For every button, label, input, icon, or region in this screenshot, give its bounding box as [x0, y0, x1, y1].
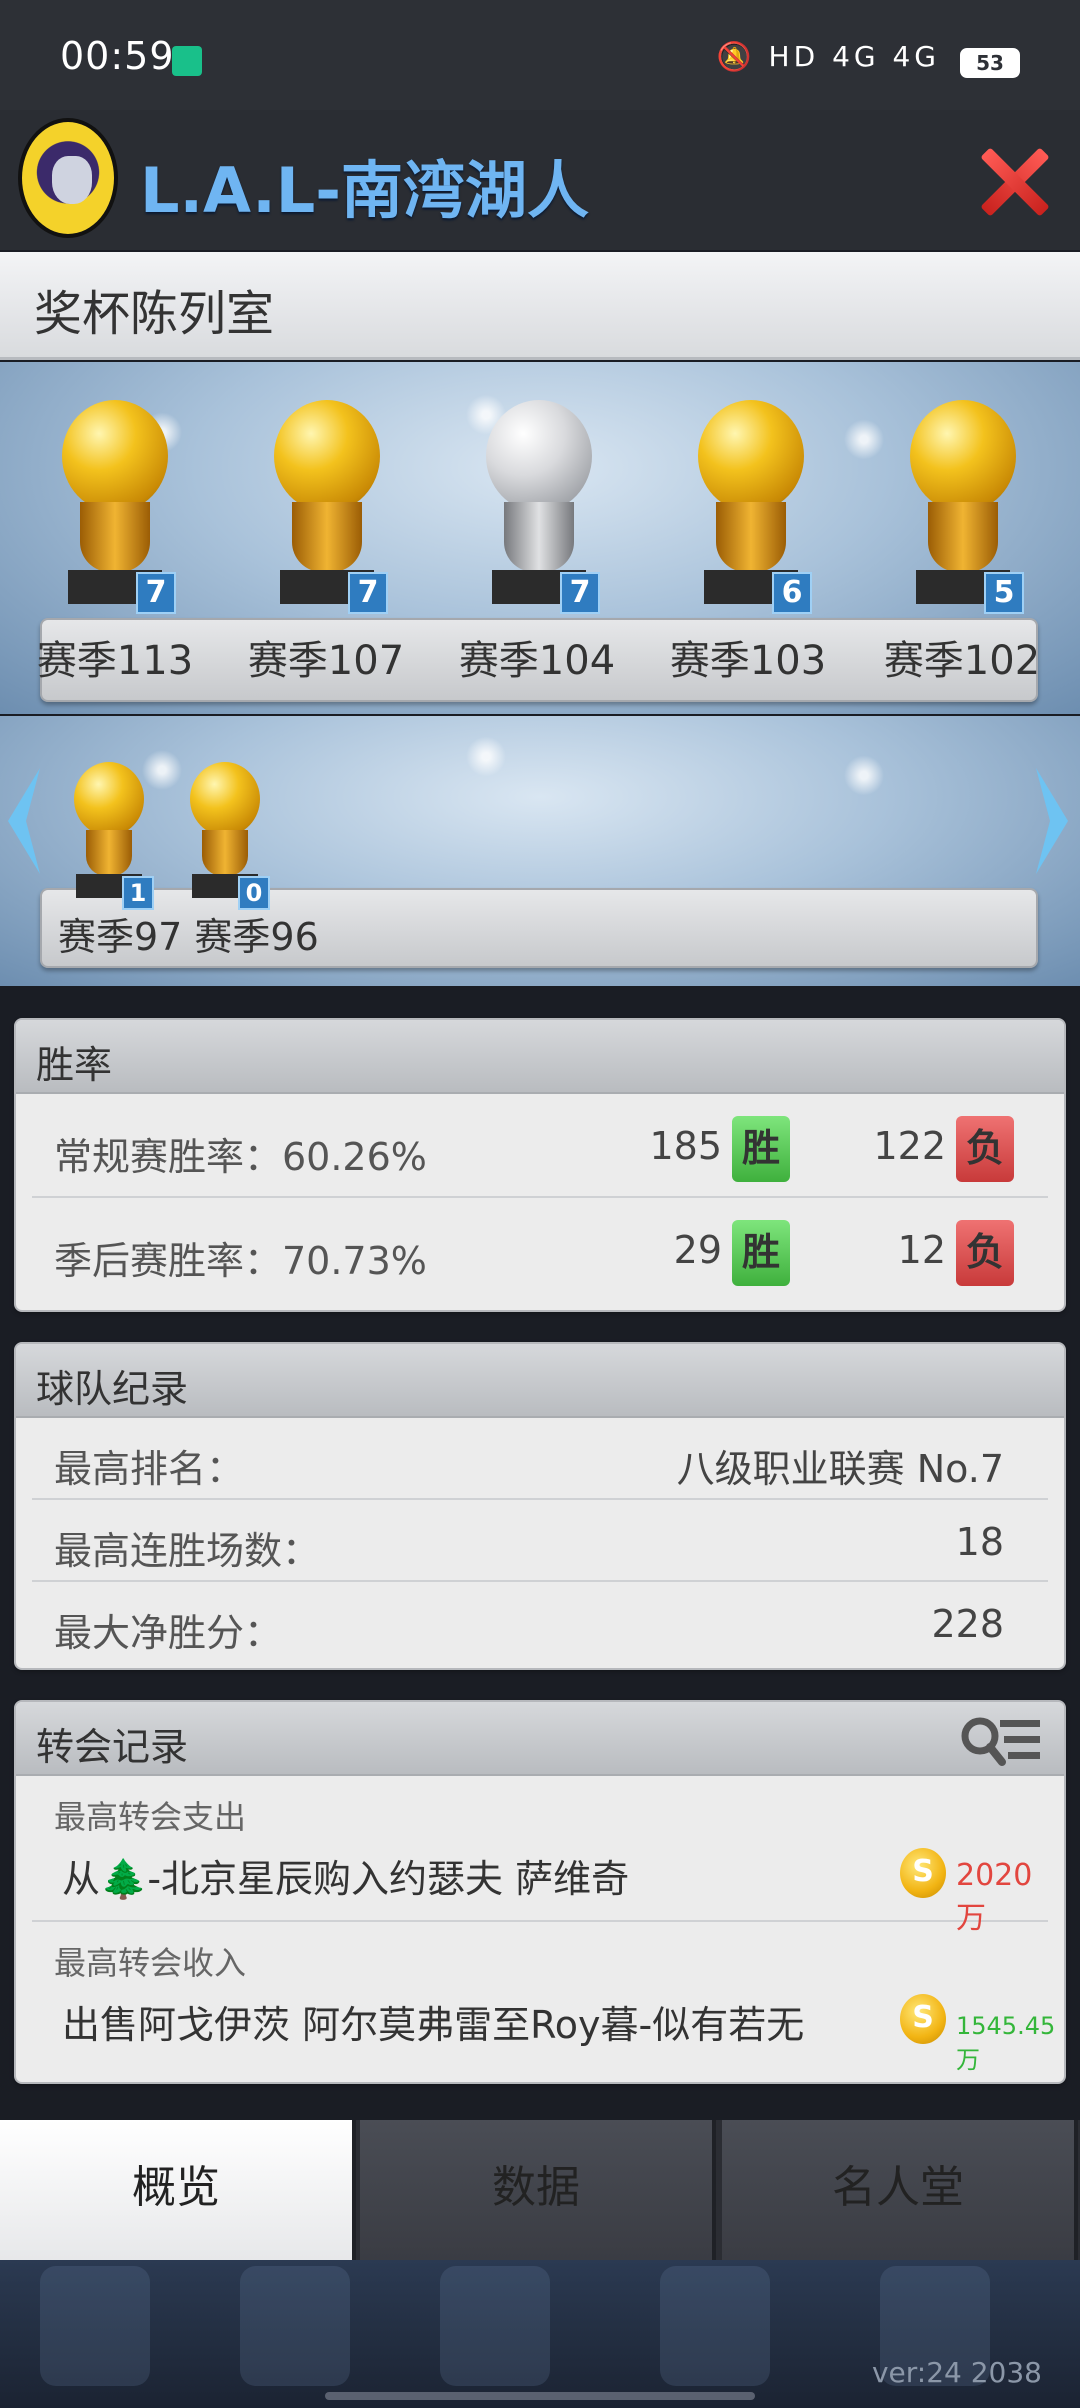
- team-record-panel: 球队纪录 最高排名： 八级职业联赛 No.7 最高连胜场数： 18 最大净胜分：…: [14, 1342, 1066, 1670]
- income-desc: 出售阿戈伊茨 阿尔莫弗雷至Roy暮-似有若无: [62, 2003, 805, 2047]
- trophy-icon[interactable]: 6: [686, 392, 816, 614]
- trophy-count: 7: [560, 572, 600, 614]
- record-row: 最大净胜分： 228: [32, 1582, 1048, 1664]
- close-button[interactable]: [978, 146, 1050, 218]
- regular-losses: 122: [873, 1124, 946, 1168]
- trophy-shelf-1: 7 7 7 6 5 赛季113 赛季107 赛季104 赛季103 赛季102: [0, 362, 1080, 714]
- team-record-title: 球队纪录: [36, 1367, 189, 1411]
- background-nav-icon: [40, 2266, 150, 2386]
- record-row: 最高排名： 八级职业联赛 No.7: [32, 1418, 1048, 1500]
- trophy-count: 0: [238, 876, 270, 910]
- playoff-losses: 12: [897, 1228, 946, 1272]
- chevron-left-icon[interactable]: [4, 766, 44, 876]
- trophy-room-title: 奖杯陈列室: [34, 286, 275, 342]
- trophy-count: 5: [984, 572, 1024, 614]
- gesture-nav-bar[interactable]: [325, 2392, 755, 2400]
- record-label: 最大净胜分：: [54, 1611, 283, 1655]
- playoff-label: 季后赛胜率：70.73%: [54, 1239, 427, 1283]
- tab-hall-of-fame[interactable]: 名人堂: [722, 2120, 1078, 2260]
- record-value: 228: [931, 1602, 1004, 1646]
- team-logo-icon: [18, 118, 118, 238]
- win-badge: 胜: [732, 1116, 790, 1182]
- background-nav-icon: [240, 2266, 350, 2386]
- record-row: 最高连胜场数： 18: [32, 1500, 1048, 1582]
- trophy-icon[interactable]: 7: [50, 392, 180, 614]
- regular-wins: 185: [649, 1124, 722, 1168]
- trophy-icon[interactable]: 7: [262, 392, 392, 614]
- notification-app-icon: [172, 46, 202, 76]
- trophy-shelf-2: 1 0 赛季97 赛季96: [0, 716, 1080, 986]
- transfer-record-panel: 转会记录 最高转会支出 从🌲-北京星辰购入约瑟夫 萨维奇 S 2020万 最高转…: [14, 1700, 1066, 2084]
- trophy-icon[interactable]: 0: [180, 756, 270, 910]
- record-value: 18: [955, 1520, 1004, 1564]
- tab-data[interactable]: 数据: [360, 2120, 716, 2260]
- income-label: 最高转会收入: [54, 1944, 247, 1982]
- trophy-count: 7: [348, 572, 388, 614]
- version-label: ver:24 2038: [871, 2356, 1042, 2389]
- transfer-expense-row: 最高转会支出 从🌲-北京星辰购入约瑟夫 萨维奇 S 2020万: [32, 1776, 1048, 1936]
- trophy-room-header: 奖杯陈列室: [0, 252, 1080, 360]
- trophy-icon[interactable]: 1: [64, 756, 154, 910]
- win-badge: 胜: [732, 1220, 790, 1286]
- trophy-icon[interactable]: 5: [898, 392, 1028, 614]
- trophy-count: 6: [772, 572, 812, 614]
- coin-icon: S: [900, 1848, 946, 1898]
- income-amount: 1545.45万: [956, 2012, 1056, 2074]
- trophy-count: 1: [122, 876, 154, 910]
- status-time: 00:59: [60, 34, 175, 78]
- bottom-tab-bar: 概览 数据 名人堂: [0, 2120, 1080, 2260]
- playoff-row: 季后赛胜率：70.73% 29 胜 12 负: [32, 1198, 1048, 1302]
- regular-season-row: 常规赛胜率：60.26% 185 胜 122 负: [32, 1094, 1048, 1198]
- team-name: L.A.L-南湾湖人: [140, 154, 589, 227]
- season-label: 赛季113: [36, 638, 194, 684]
- trophy-icon[interactable]: 7: [474, 392, 604, 614]
- season-labels-row2: 赛季97 赛季96: [58, 915, 319, 959]
- expense-label: 最高转会支出: [54, 1798, 247, 1836]
- search-list-icon[interactable]: [958, 1712, 1042, 1768]
- expense-desc: 从🌲-北京星辰购入约瑟夫 萨维奇: [62, 1857, 630, 1901]
- coin-icon: S: [900, 1994, 946, 2044]
- system-status-icons: 🔕 HD 4G 4G: [716, 40, 940, 73]
- transfer-income-row: 最高转会收入 出售阿戈伊茨 阿尔莫弗雷至Roy暮-似有若无 S 1545.45万: [32, 1922, 1055, 2074]
- battery-icon: 53: [960, 48, 1020, 78]
- transfer-record-title: 转会记录: [36, 1725, 189, 1769]
- regular-season-label: 常规赛胜率：60.26%: [54, 1135, 427, 1179]
- record-label: 最高连胜场数：: [54, 1529, 321, 1573]
- loss-badge: 负: [956, 1116, 1014, 1182]
- season-label: 赛季102: [883, 638, 1041, 684]
- record-value: 八级职业联赛 No.7: [676, 1447, 1004, 1491]
- status-bar: 00:59 🔕 HD 4G 4G 53: [0, 0, 1080, 110]
- record-label: 最高排名：: [54, 1447, 245, 1491]
- playoff-wins: 29: [673, 1228, 722, 1272]
- season-label: 赛季103: [669, 638, 827, 684]
- background-nav-icon: [660, 2266, 770, 2386]
- trophy-count: 7: [136, 572, 176, 614]
- loss-badge: 负: [956, 1220, 1014, 1286]
- background-nav-icon: [440, 2266, 550, 2386]
- season-label: 赛季104: [458, 638, 616, 684]
- season-label: 赛季107: [247, 638, 405, 684]
- team-header: L.A.L-南湾湖人: [0, 110, 1080, 250]
- win-rate-title: 胜率: [36, 1043, 113, 1087]
- app-root: 00:59 🔕 HD 4G 4G 53 L.A.L-南湾湖人 奖杯陈列室 7 7…: [0, 0, 1080, 2408]
- tab-overview[interactable]: 概览: [0, 2120, 356, 2260]
- win-rate-panel: 胜率 常规赛胜率：60.26% 185 胜 122 负 季后赛胜率：70.73%…: [14, 1018, 1066, 1312]
- chevron-right-icon[interactable]: [1032, 766, 1072, 876]
